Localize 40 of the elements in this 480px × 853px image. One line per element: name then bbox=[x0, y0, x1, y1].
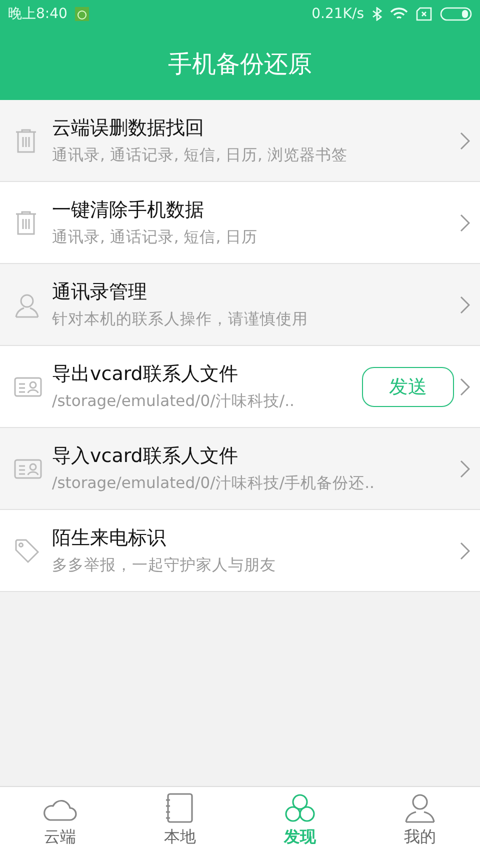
item-title: 导入vcard联系人文件 bbox=[52, 444, 239, 469]
chevron-right-icon bbox=[460, 214, 470, 232]
item-title: 通讯录管理 bbox=[52, 280, 148, 305]
item-subtitle: 通讯录, 通话记录, 短信, 日历 bbox=[52, 227, 259, 248]
nav-tab[interactable]: 本地 bbox=[120, 787, 240, 853]
list-item[interactable]: 一键清除手机数据 通讯录, 通话记录, 短信, 日历 bbox=[0, 182, 480, 264]
item-subtitle: /storage/emulated/0/汁味科技/.. bbox=[52, 391, 296, 412]
item-title: 导出vcard联系人文件 bbox=[52, 362, 239, 387]
battery-icon bbox=[440, 7, 472, 21]
trash-icon bbox=[14, 128, 38, 154]
id-card-icon bbox=[14, 376, 42, 396]
bluetooth-icon bbox=[372, 7, 382, 21]
item-subtitle: 多多举报，一起守护家人与朋友 bbox=[52, 555, 277, 576]
list-item[interactable]: 导出vcard联系人文件 /storage/emulated/0/汁味科技/.. 发送 bbox=[0, 346, 480, 428]
item-subtitle: 针对本机的联系人操作，请谨慎使用 bbox=[52, 309, 309, 330]
page-title: 手机备份还原 bbox=[168, 49, 312, 80]
person-icon bbox=[14, 292, 40, 318]
nav-tab[interactable]: 我的 bbox=[360, 787, 480, 853]
chevron-right-icon bbox=[460, 296, 470, 314]
wifi-icon bbox=[390, 7, 408, 21]
chevron-right-icon bbox=[460, 378, 470, 396]
list-item[interactable]: 陌生来电标识 多多举报，一起守护家人与朋友 bbox=[0, 510, 480, 592]
status-time: 晚上8:40 bbox=[8, 5, 68, 23]
tag-icon bbox=[14, 538, 40, 564]
item-title: 云端误删数据找回 bbox=[52, 116, 205, 141]
circles-icon bbox=[282, 792, 318, 824]
sim-card-icon bbox=[416, 7, 432, 21]
trash-icon bbox=[14, 210, 38, 236]
network-speed: 0.21K/s bbox=[312, 6, 364, 22]
id-card-icon bbox=[14, 458, 42, 478]
item-subtitle: 通讯录, 通话记录, 短信, 日历, 浏览器书签 bbox=[52, 145, 348, 166]
app-notification-icon bbox=[75, 7, 90, 21]
chevron-right-icon bbox=[460, 460, 470, 478]
person-icon bbox=[402, 792, 438, 824]
item-title: 陌生来电标识 bbox=[52, 526, 167, 551]
chevron-right-icon bbox=[460, 542, 470, 560]
item-title: 一键清除手机数据 bbox=[52, 198, 205, 223]
nav-tab[interactable]: 云端 bbox=[0, 787, 120, 853]
item-subtitle: /storage/emulated/0/汁味科技/手机备份还.. bbox=[52, 473, 376, 494]
chevron-right-icon bbox=[460, 132, 470, 150]
